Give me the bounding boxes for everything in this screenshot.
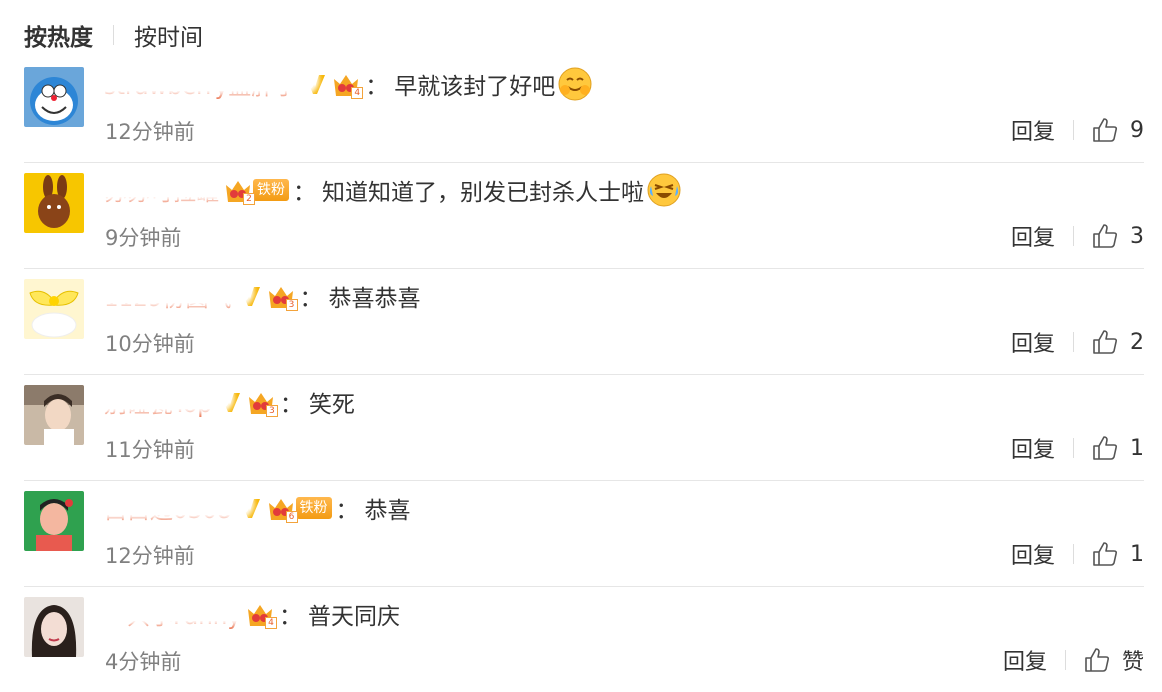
comment-time: 12分钟前 bbox=[105, 544, 195, 568]
comment-time: 11分钟前 bbox=[105, 438, 195, 462]
comment-header: 一只小Fanny 4 ： 普天同庆 bbox=[94, 594, 400, 634]
reply-button[interactable]: 回复 bbox=[1011, 538, 1055, 570]
comment-header: strawberry蓝胖子 4 ： 早就该封了好吧 bbox=[93, 64, 593, 104]
sort-by-time-tab[interactable]: 按时间 bbox=[134, 18, 203, 52]
like-count: 3 bbox=[1130, 223, 1144, 249]
crown-level: 3 bbox=[285, 299, 298, 311]
like-count: 1 bbox=[1130, 541, 1144, 567]
comment-text: 笑死 bbox=[308, 392, 355, 418]
avatar[interactable] bbox=[24, 385, 84, 445]
colon: ： bbox=[299, 286, 323, 312]
divider bbox=[1073, 438, 1074, 458]
colon: ： bbox=[365, 74, 389, 100]
comment-header: 1129份圆气 3 ： 恭喜恭喜 bbox=[94, 276, 421, 316]
colon: ： bbox=[335, 498, 359, 524]
comment-time: 10分钟前 bbox=[105, 332, 195, 356]
avatar[interactable] bbox=[24, 173, 84, 233]
fan-badge: 铁粉 bbox=[253, 179, 289, 201]
comment-text: 知道知道了，别发已封杀人士啦 bbox=[322, 180, 644, 206]
crown-level: 3 bbox=[265, 405, 278, 417]
divider bbox=[1064, 650, 1066, 670]
sort-by-hot-tab[interactable]: 按热度 bbox=[24, 18, 93, 52]
comment-text: 普天同庆 bbox=[307, 604, 400, 630]
comment-item: 一只小Fanny 4 ： 普天同庆 4分钟前 回复 赞 bbox=[24, 586, 1144, 692]
divider bbox=[1073, 332, 1074, 352]
like-button[interactable]: 1 bbox=[1092, 435, 1144, 461]
comment-actions: 回复 赞 bbox=[1003, 644, 1144, 676]
crown-level: 6 bbox=[285, 511, 298, 523]
thumbs-up-icon bbox=[1093, 118, 1118, 142]
avatar[interactable] bbox=[24, 597, 84, 657]
laugh-cry-emoji-icon bbox=[647, 173, 681, 207]
thumbs-up-icon bbox=[1093, 542, 1118, 566]
like-count: 2 bbox=[1130, 329, 1144, 355]
comment-item: 苏苏可拉罐 2 铁粉 ： 知道知道了，别发已封杀人士啦 9分钟前 回复 3 bbox=[24, 162, 1144, 269]
crown-level: 2 bbox=[243, 193, 255, 205]
divider bbox=[1073, 120, 1074, 140]
comment-actions: 回复 1 bbox=[1011, 538, 1144, 570]
hug-emoji-icon bbox=[558, 67, 592, 101]
colon: ： bbox=[279, 392, 303, 418]
crown-icon: 2 bbox=[223, 175, 255, 205]
comment-text: 恭喜恭喜 bbox=[328, 286, 421, 312]
reply-button[interactable]: 回复 bbox=[1011, 114, 1055, 146]
comment-header: 白白边0308 6 铁粉 ： 恭喜 bbox=[94, 488, 411, 528]
username-link[interactable]: 别碰瓷Top bbox=[94, 385, 230, 419]
username-link[interactable]: 苏苏可拉罐 bbox=[94, 173, 237, 207]
divider bbox=[1073, 544, 1074, 564]
avatar[interactable] bbox=[24, 491, 84, 551]
avatar[interactable] bbox=[24, 67, 84, 127]
thumbs-up-icon bbox=[1093, 330, 1118, 354]
like-button[interactable]: 2 bbox=[1092, 329, 1144, 355]
comment-text: 早就该封了好吧 bbox=[394, 74, 556, 100]
avatar[interactable] bbox=[24, 279, 84, 339]
colon: ： bbox=[278, 604, 302, 630]
comment-actions: 回复 9 bbox=[1011, 114, 1144, 146]
comment-actions: 回复 1 bbox=[1011, 432, 1144, 464]
comment-time: 9分钟前 bbox=[105, 226, 182, 250]
colon: ： bbox=[293, 180, 316, 206]
comment-time: 12分钟前 bbox=[105, 120, 195, 144]
like-count: 9 bbox=[1130, 117, 1144, 143]
crown-icon: 3 bbox=[246, 387, 278, 417]
username-link[interactable]: 白白边0308 bbox=[94, 491, 250, 525]
like-count: 1 bbox=[1130, 435, 1144, 461]
like-button[interactable]: 1 bbox=[1092, 541, 1144, 567]
crown-level: 4 bbox=[264, 617, 277, 629]
like-button[interactable]: 赞 bbox=[1084, 644, 1144, 676]
divider bbox=[1073, 226, 1074, 246]
crown-icon: 3 bbox=[266, 281, 298, 311]
reply-button[interactable]: 回复 bbox=[1011, 432, 1055, 464]
comment-sort-bar: 按热度 按时间 bbox=[24, 18, 203, 52]
username-link[interactable]: strawberry蓝胖子 bbox=[93, 67, 316, 101]
comment-actions: 回复 3 bbox=[1011, 220, 1144, 252]
thumbs-up-icon bbox=[1093, 224, 1118, 248]
comment-item: 1129份圆气 3 ： 恭喜恭喜 10分钟前 回复 2 bbox=[24, 268, 1144, 375]
crown-icon: 6 bbox=[266, 493, 298, 523]
comment-actions: 回复 2 bbox=[1011, 326, 1144, 358]
divider bbox=[113, 25, 114, 45]
username-link[interactable]: 1129份圆气 bbox=[94, 279, 250, 313]
like-button[interactable]: 3 bbox=[1092, 223, 1144, 249]
comment-item: 别碰瓷Top 3 ： 笑死 11分钟前 回复 1 bbox=[24, 374, 1144, 481]
like-button[interactable]: 9 bbox=[1092, 117, 1144, 143]
username-link[interactable]: 一只小Fanny bbox=[94, 597, 259, 631]
comment-text: 恭喜 bbox=[364, 498, 411, 524]
thumbs-up-icon bbox=[1085, 648, 1110, 672]
crown-icon: 4 bbox=[331, 69, 364, 99]
like-count: 赞 bbox=[1121, 650, 1144, 675]
crown-level: 4 bbox=[351, 87, 364, 99]
comment-header: 苏苏可拉罐 2 铁粉 ： 知道知道了，别发已封杀人士啦 bbox=[94, 170, 682, 210]
comment-item: strawberry蓝胖子 4 ： 早就该封了好吧 12分钟前 回复 9 bbox=[24, 56, 1144, 163]
fan-badge: 铁粉 bbox=[295, 497, 332, 519]
comment-time: 4分钟前 bbox=[105, 650, 182, 674]
comment-header: 别碰瓷Top 3 ： 笑死 bbox=[94, 382, 355, 422]
reply-button[interactable]: 回复 bbox=[1011, 220, 1055, 252]
reply-button[interactable]: 回复 bbox=[1003, 644, 1047, 676]
reply-button[interactable]: 回复 bbox=[1011, 326, 1055, 358]
thumbs-up-icon bbox=[1093, 436, 1118, 460]
comment-item: 白白边0308 6 铁粉 ： 恭喜 12分钟前 回复 1 bbox=[24, 480, 1144, 587]
crown-icon: 4 bbox=[245, 599, 277, 629]
